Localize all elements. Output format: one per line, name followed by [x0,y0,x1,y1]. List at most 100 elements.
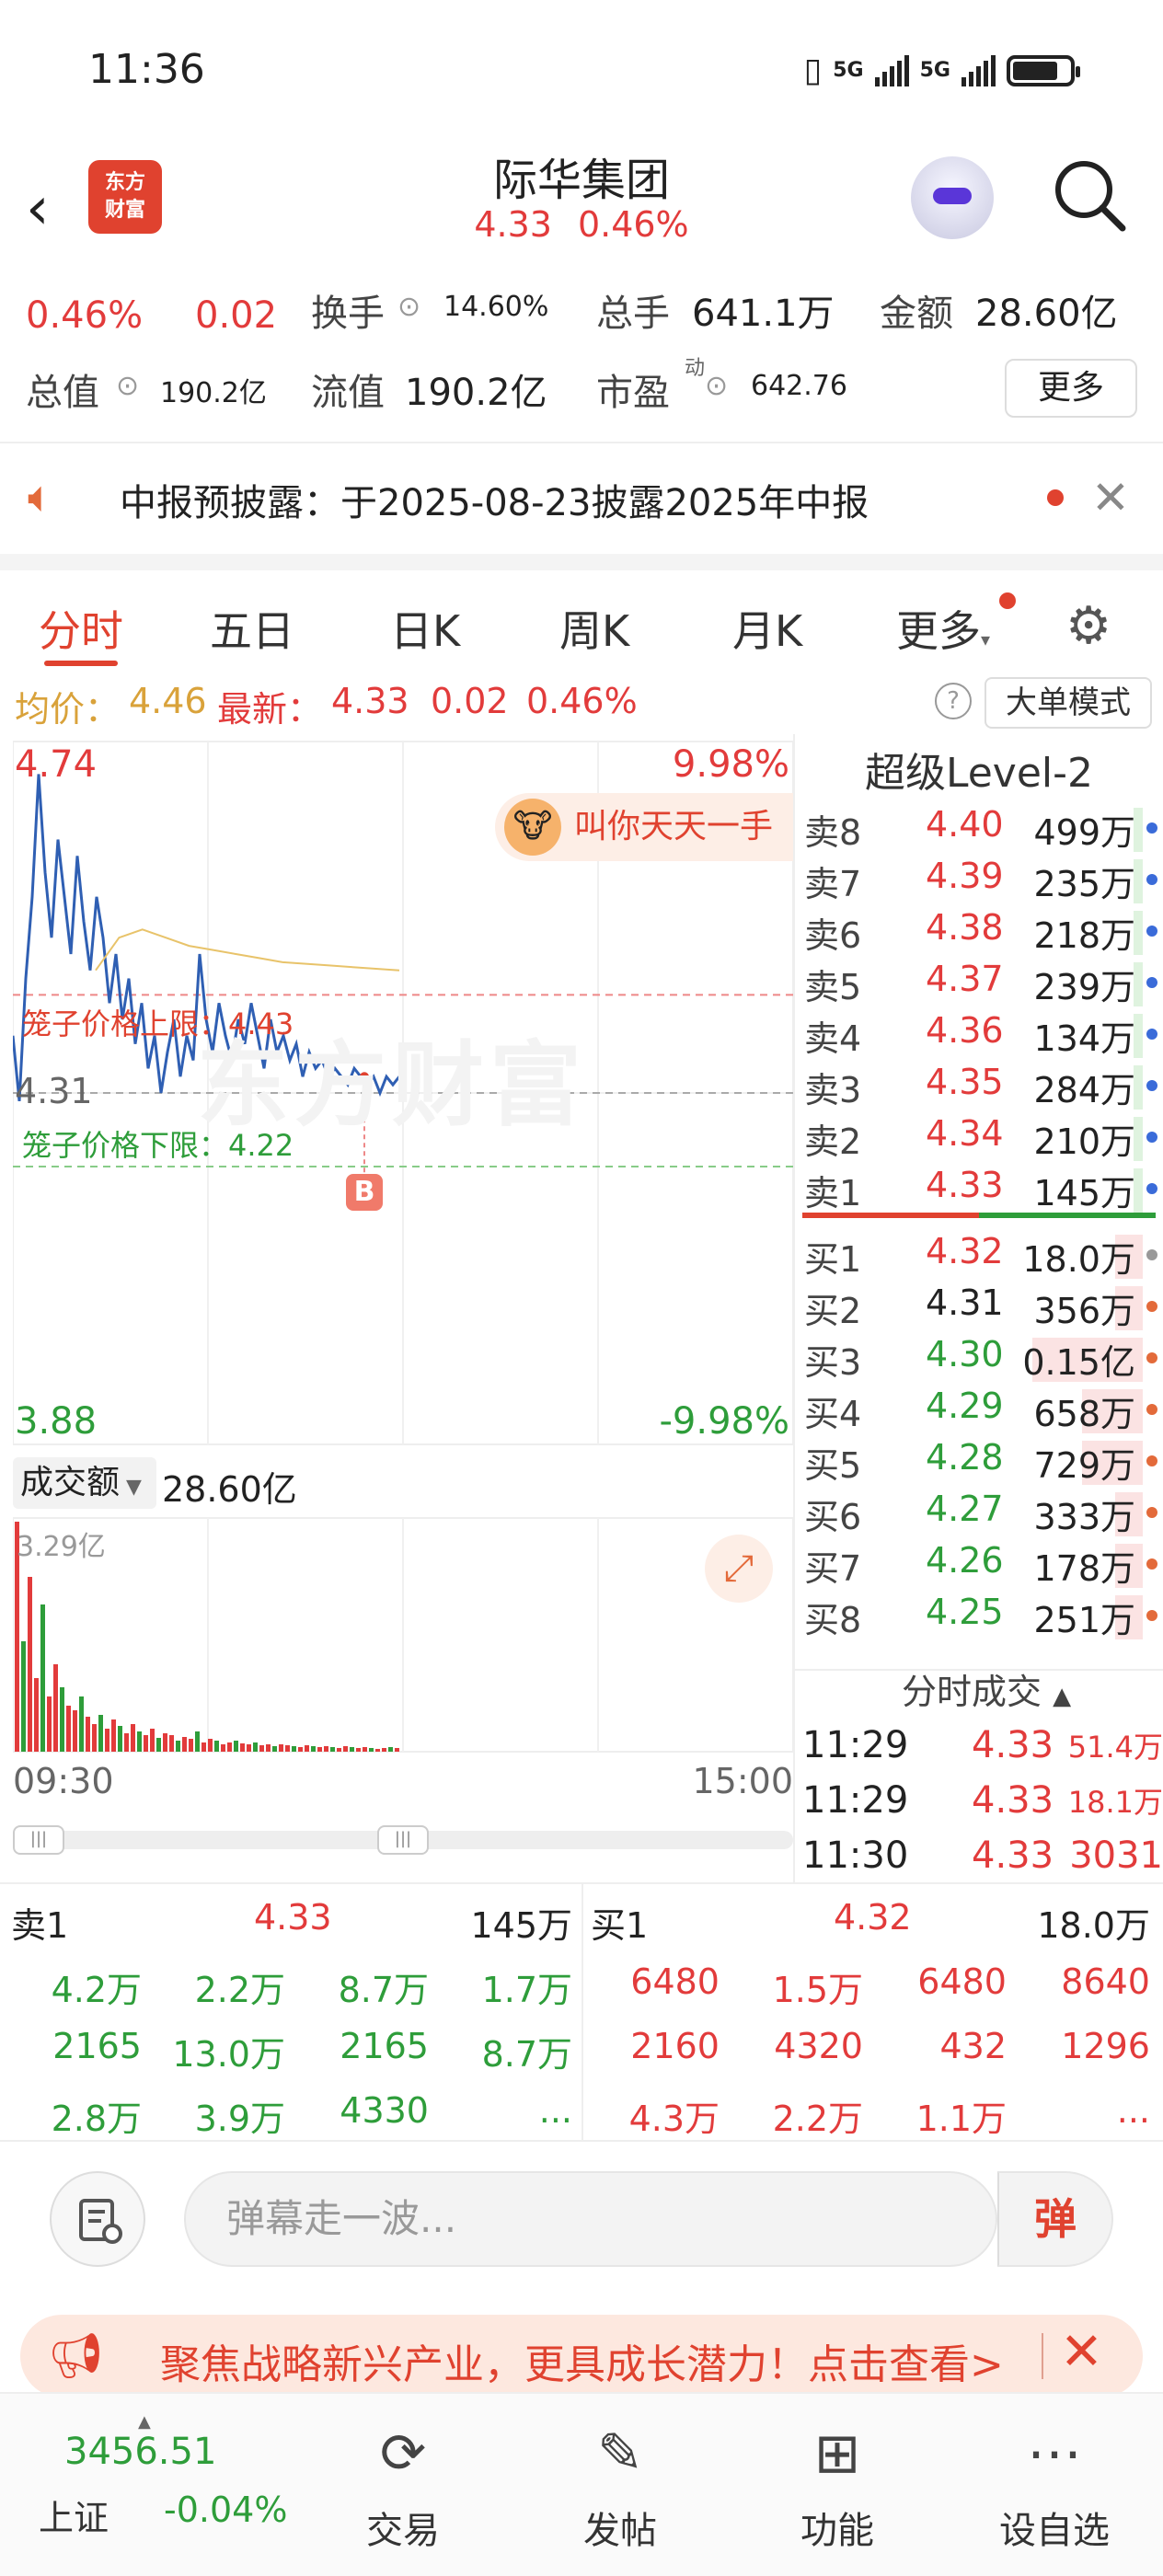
price-line [13,774,401,1102]
promo-strip[interactable]: 📢︎ 聚焦战略新兴产业，更具成长潜力！点击查看> ✕ [20,2315,1143,2398]
index-change: -0.04% [164,2490,288,2530]
scroll-handle-left[interactable]: ||| [13,1825,64,1855]
help-icon[interactable]: ? [935,683,972,719]
assistant-robot-icon[interactable] [911,156,994,239]
bid-row[interactable]: 买5 4.28 729万 [804,1437,1163,1489]
float-value: 190.2亿 [405,372,547,414]
trade-volume: 18.1万 [1067,1785,1163,1820]
info-circle-icon[interactable]: ⊙ [397,291,420,323]
volume-bar [305,1745,309,1752]
level-price: 4.31 [926,1282,1004,1323]
volume-bar [105,1729,109,1752]
close-icon[interactable]: ✕ [1091,471,1130,524]
queue-buy-vol: 18.0万 [1037,1905,1150,1946]
gear-icon[interactable]: ⚙ [1065,596,1111,656]
volume-bar [92,1724,97,1752]
volume-bar [150,1729,155,1752]
tab-daily-k[interactable]: 日K [390,598,460,659]
nav-post-label: 发帖 [583,2510,657,2552]
ask-row[interactable]: 卖3 4.35 284万 [804,1062,1163,1113]
quote-panel: 0.46% 0.02 换手 ⊙ 14.60% 总手 641.1万 金额 28.6… [0,267,1163,442]
scroll-handle-right[interactable]: ||| [377,1825,429,1855]
volume-bar [343,1746,348,1752]
level-label: 买8 [804,1600,862,1640]
level-price: 4.39 [926,856,1004,896]
nav-post[interactable]: ✎ 发帖 [547,2412,694,2554]
big-order-mode-button[interactable]: 大单模式 [985,677,1152,729]
pe-value: 642.76 [751,370,847,402]
tab-weekly-k[interactable]: 周K [559,598,629,659]
expand-icon[interactable]: ⤢ [705,1535,773,1603]
volume-bar [34,1678,39,1752]
more-button[interactable]: 更多 [1005,359,1137,418]
volume-bar [182,1737,187,1752]
ask-row[interactable]: 卖2 4.34 210万 [804,1113,1163,1165]
queue-cell: 1.5万 [772,1970,863,2010]
danmaku-settings-icon[interactable] [50,2171,145,2267]
bid-row[interactable]: 买7 4.26 178万 [804,1540,1163,1592]
level-label: 卖3 [804,1070,862,1110]
volume-bar [369,1748,374,1752]
avg-value: 4.46 [129,681,207,721]
vibrate-icon: ▯ [803,52,823,89]
nav-functions[interactable]: ⊞ 功能 [764,2412,911,2554]
tab-more[interactable]: 更多▾ [896,598,990,659]
prev-close-label: 4.31 [15,1071,93,1111]
volume-max-label: 3.29亿 [17,1531,106,1563]
tab-monthly-k[interactable]: 月K [732,598,802,659]
ask-row[interactable]: 卖7 4.39 235万 [804,856,1163,907]
intraday-chart[interactable]: 4.74 9.98% 4.31 3.88 -9.98% 笼子价格上限：4.43 … [13,734,793,1452]
close-icon[interactable]: ✕ [1060,2322,1103,2382]
book-separator [802,1213,1156,1218]
speaker-icon: 🔈︎ [28,471,54,523]
bid-row[interactable]: 买4 4.29 658万 [804,1386,1163,1437]
queue-cell: 6480 [917,1961,1007,2002]
bid-row[interactable]: 买6 4.27 333万 [804,1489,1163,1540]
search-icon[interactable] [1051,156,1128,234]
ask-row[interactable]: 卖6 4.38 218万 [804,907,1163,959]
volume-chart[interactable]: 成交额 ▼ 28.60亿 3.29亿 ⤢ 09:30 15:00 ||| ||| [13,1452,793,1884]
nav-add-watchlist[interactable]: ⋯ 设自选 [981,2412,1128,2554]
tab-indicator [44,661,118,666]
bid-row[interactable]: 买3 4.30 0.15亿 [804,1334,1163,1386]
nav-trade[interactable]: ⟳ 交易 [329,2412,477,2554]
info-circle-icon[interactable]: ⊙ [705,370,728,402]
index-name[interactable]: 上证 [39,2490,109,2540]
level-label: 买1 [804,1239,862,1280]
bid-row[interactable]: 买2 4.31 356万 [804,1282,1163,1334]
volume-bar [259,1745,264,1752]
trade-volume: 3031 [1069,1834,1163,1877]
battery-icon [1007,54,1080,86]
level-dot [1146,1352,1157,1363]
header-change-pct: 0.46% [577,204,689,245]
bid-row[interactable]: 买1 4.32 18.0万 [804,1231,1163,1282]
index-value[interactable]: 3456.51 [64,2431,216,2473]
ask-row[interactable]: 卖1 4.33 145万 [804,1165,1163,1216]
danmaku-input[interactable]: 弹幕走一波... [184,2171,997,2267]
trade-yen-icon: ⟳ [379,2421,427,2486]
level-dot [1146,822,1157,834]
quote-change-pct: 0.46% [26,294,144,337]
ask-row[interactable]: 卖4 4.36 134万 [804,1010,1163,1062]
cage-lower-label: 笼子价格下限：4.22 [22,1128,294,1163]
trade-time: 11:29 [802,1724,909,1766]
queue-cell: 4330 [340,2090,429,2131]
info-circle-icon[interactable]: ⊙ [116,370,139,402]
ask-row[interactable]: 卖8 4.40 499万 [804,804,1163,856]
ask-row[interactable]: 卖5 4.37 239万 [804,959,1163,1010]
queue-cell: 4.2万 [51,1970,142,2010]
pct-axis-top-label: 9.98% [672,743,789,786]
tab-five-day[interactable]: 五日 [210,598,294,659]
notice-bar[interactable]: 🔈︎ 中报预披露：于2025-08-23披露2025年中报 ✕ [0,443,1163,554]
volume-type-select[interactable]: 成交额 ▼ [13,1457,156,1509]
tab-intraday[interactable]: 分时 [39,598,123,659]
danmaku-toggle-button[interactable]: 弹 [997,2171,1113,2267]
bid-row[interactable]: 买8 4.25 251万 [804,1592,1163,1643]
mascot-icon: 🐮 [504,799,561,856]
level-price: 4.36 [926,1010,1004,1051]
trades-title[interactable]: 分时成交 ▲ [902,1663,1071,1714]
level2-title[interactable]: 超级Level-2 [795,740,1163,799]
buy-marker[interactable]: B [346,1174,383,1211]
volume-bar [28,1577,32,1752]
volume-bar [131,1724,135,1752]
